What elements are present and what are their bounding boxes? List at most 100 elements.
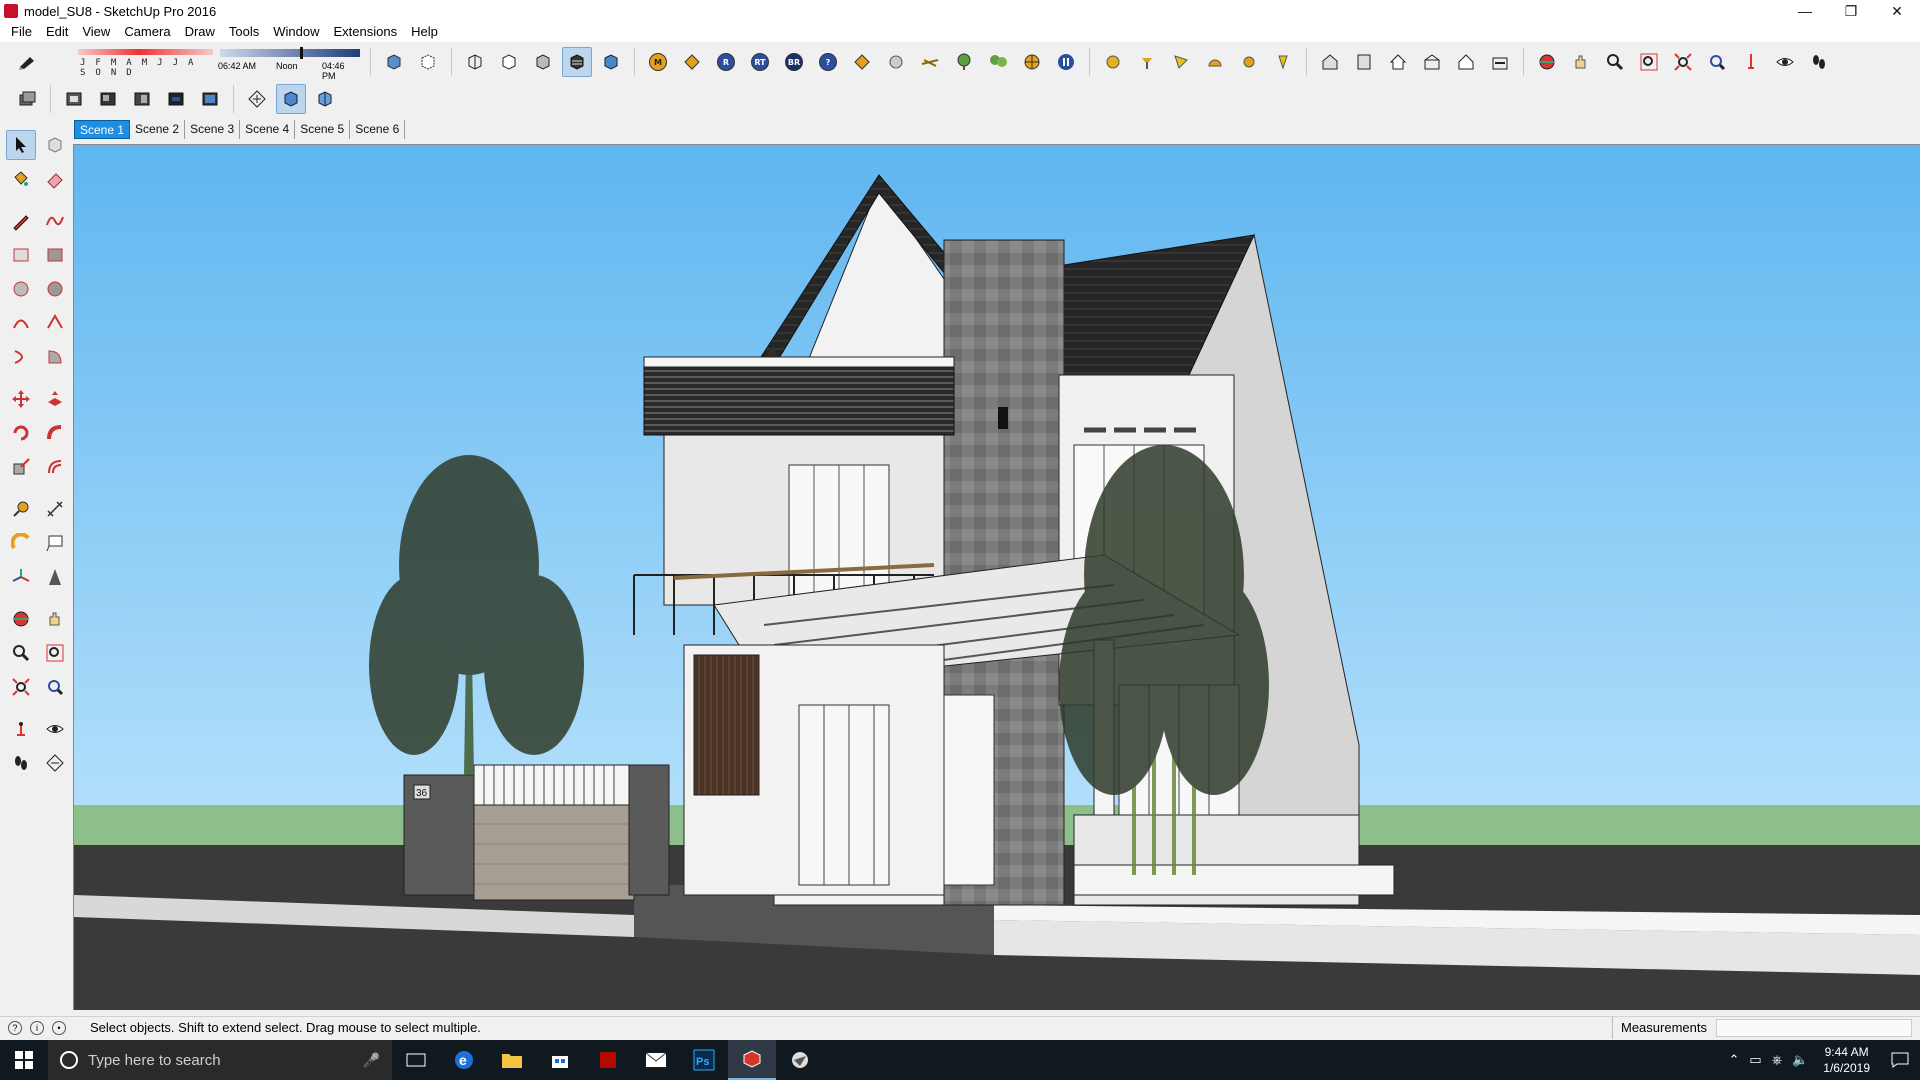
shadow-date-slider[interactable]: J F M A M J J A S O N D — [50, 45, 213, 79]
zoom-extents-button[interactable] — [1668, 47, 1698, 77]
battery-icon[interactable]: ▭ — [1749, 1052, 1761, 1068]
zoom-extents-tool[interactable] — [6, 672, 36, 702]
geo-location-icon[interactable]: ? — [8, 1020, 22, 1035]
rotated-rectangle-tool[interactable] — [40, 240, 70, 270]
plugin-dot-button[interactable] — [1098, 47, 1128, 77]
two-point-arc-tool[interactable] — [40, 308, 70, 338]
offset-tool[interactable] — [40, 452, 70, 482]
plugin-spot-button[interactable] — [1166, 47, 1196, 77]
rotate-tool[interactable] — [6, 418, 36, 448]
acrobat-button[interactable] — [584, 1040, 632, 1080]
menu-file[interactable]: File — [4, 22, 39, 42]
close-button[interactable]: ✕ — [1874, 0, 1920, 22]
zoom-button[interactable] — [1600, 47, 1630, 77]
menu-draw[interactable]: Draw — [178, 22, 222, 42]
vray-taskbar-button[interactable] — [776, 1040, 824, 1080]
iso-view-button[interactable] — [1315, 47, 1345, 77]
look-around-tool[interactable] — [40, 714, 70, 744]
mail-button[interactable] — [632, 1040, 680, 1080]
layers-button[interactable] — [12, 84, 42, 114]
tab-scene-3[interactable]: Scene 3 — [185, 120, 241, 139]
back-view-button[interactable] — [1451, 47, 1481, 77]
menu-window[interactable]: Window — [266, 22, 326, 42]
3d-text-tool[interactable] — [40, 562, 70, 592]
xray-style-button[interactable] — [379, 47, 409, 77]
menu-tools[interactable]: Tools — [222, 22, 266, 42]
axes-button[interactable] — [242, 84, 272, 114]
position-camera-tool[interactable] — [6, 714, 36, 744]
tab-scene-5[interactable]: Scene 5 — [295, 120, 351, 139]
walk-tool[interactable] — [6, 748, 36, 778]
shaded-textures-button[interactable] — [562, 47, 592, 77]
plugin-dome-button[interactable] — [1200, 47, 1230, 77]
clock[interactable]: 9:44 AM 1/6/2019 — [1823, 1044, 1870, 1076]
section-2-button[interactable] — [93, 84, 123, 114]
menu-view[interactable]: View — [75, 22, 117, 42]
action-center-button[interactable] — [1880, 1040, 1920, 1080]
plugin-rt-button[interactable]: RT — [745, 47, 775, 77]
plugin-target-button[interactable] — [1017, 47, 1047, 77]
protractor-tool[interactable] — [6, 528, 36, 558]
plugin-m-button[interactable]: M — [643, 47, 673, 77]
plugin-pause-button[interactable] — [1051, 47, 1081, 77]
make-component-tool[interactable] — [40, 130, 70, 160]
plugin-proxy-button[interactable] — [949, 47, 979, 77]
front-view-button[interactable] — [1383, 47, 1413, 77]
polygon-tool[interactable] — [40, 274, 70, 304]
plugin-omni-button[interactable] — [1234, 47, 1264, 77]
walk-button[interactable] — [1804, 47, 1834, 77]
orbit-tool[interactable] — [6, 604, 36, 634]
tab-scene-4[interactable]: Scene 4 — [240, 120, 296, 139]
section-1-button[interactable] — [59, 84, 89, 114]
pie-tool[interactable] — [40, 342, 70, 372]
tab-scene-6[interactable]: Scene 6 — [350, 120, 406, 139]
push-pull-tool[interactable] — [40, 384, 70, 414]
microphone-icon[interactable]: 🎤 — [363, 1052, 380, 1069]
right-view-button[interactable] — [1417, 47, 1447, 77]
top-view-button[interactable] — [1349, 47, 1379, 77]
plugin-lights-button[interactable] — [915, 47, 945, 77]
tray-chevron-icon[interactable]: ⌃ — [1728, 1052, 1739, 1068]
menu-edit[interactable]: Edit — [39, 22, 75, 42]
circle-tool[interactable] — [6, 274, 36, 304]
shadow-time-slider[interactable]: 06:42 AM Noon 04:46 PM — [210, 45, 360, 81]
restore-button[interactable]: ❐ — [1828, 0, 1874, 22]
sketchup-taskbar-button[interactable] — [728, 1040, 776, 1080]
shaded-button[interactable] — [528, 47, 558, 77]
previous-tool[interactable] — [40, 672, 70, 702]
file-explorer-button[interactable] — [488, 1040, 536, 1080]
section-5-button[interactable] — [195, 84, 225, 114]
section-plane-tool[interactable] — [40, 748, 70, 778]
follow-me-tool[interactable] — [40, 418, 70, 448]
perspective-button[interactable] — [276, 84, 306, 114]
monochrome-button[interactable] — [596, 47, 626, 77]
eraser-tool[interactable] — [40, 164, 70, 194]
task-view-button[interactable] — [392, 1040, 440, 1080]
tab-scene-1[interactable]: Scene 1 — [74, 120, 131, 139]
zoom-tool[interactable] — [6, 638, 36, 668]
start-button[interactable] — [0, 1040, 48, 1080]
taskbar-search[interactable]: Type here to search 🎤 — [48, 1040, 392, 1080]
back-edges-button[interactable] — [413, 47, 443, 77]
menu-camera[interactable]: Camera — [117, 22, 177, 42]
minimize-button[interactable]: — — [1782, 0, 1828, 22]
store-button[interactable] — [536, 1040, 584, 1080]
network-icon[interactable]: ⎈ — [1772, 1052, 1782, 1068]
section-3-button[interactable] — [127, 84, 157, 114]
line-tool[interactable] — [6, 206, 36, 236]
move-tool[interactable] — [6, 384, 36, 414]
plugin-material-button[interactable] — [847, 47, 877, 77]
orbit-button[interactable] — [1532, 47, 1562, 77]
text-tool[interactable] — [40, 528, 70, 558]
wireframe-button[interactable] — [460, 47, 490, 77]
user-icon[interactable]: • — [52, 1020, 66, 1035]
section-4-button[interactable] — [161, 84, 191, 114]
plugin-lamp-button[interactable] — [1132, 47, 1162, 77]
edge-button[interactable]: e — [440, 1040, 488, 1080]
menu-help[interactable]: Help — [404, 22, 445, 42]
component-button[interactable] — [310, 84, 340, 114]
freehand-tool[interactable] — [40, 206, 70, 236]
plugin-help-button[interactable]: ? — [813, 47, 843, 77]
plugin-scatter-button[interactable] — [983, 47, 1013, 77]
plugin-tag-button[interactable] — [677, 47, 707, 77]
